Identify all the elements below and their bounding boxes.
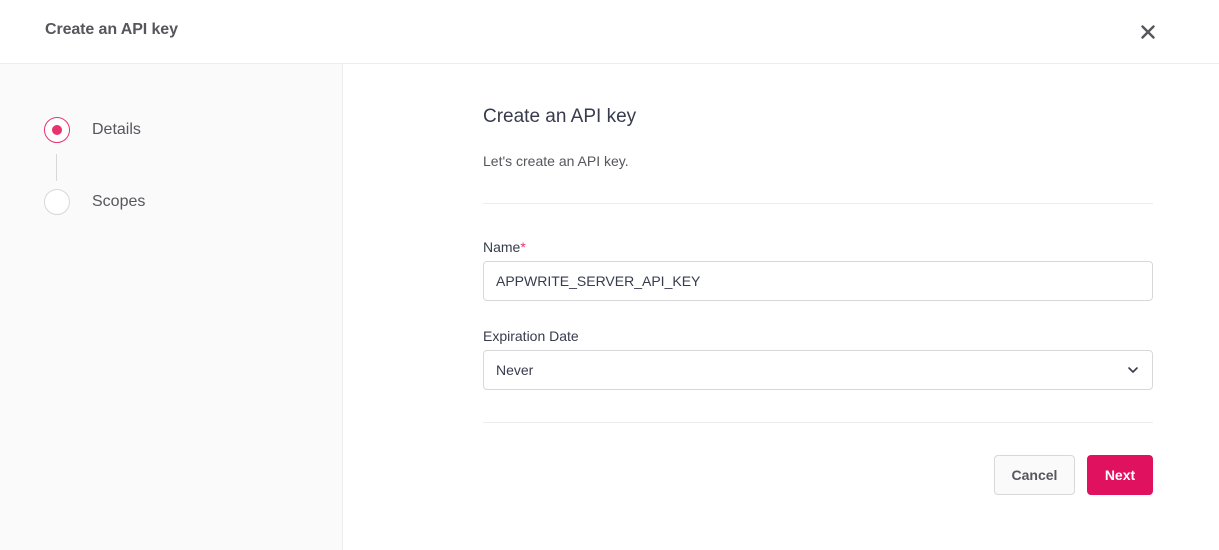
step-label-details: Details: [92, 121, 141, 138]
required-marker: *: [520, 239, 526, 255]
step-details[interactable]: Details: [44, 117, 141, 143]
expiration-field-label: Expiration Date: [483, 328, 579, 344]
divider: [483, 203, 1153, 204]
name-input-value: APPWRITE_SERVER_API_KEY: [496, 273, 701, 289]
form-subtitle: Let's create an API key.: [483, 153, 629, 169]
step-label-scopes: Scopes: [92, 193, 146, 210]
expiration-date-select[interactable]: Never: [483, 350, 1153, 390]
divider: [483, 422, 1153, 423]
cancel-button[interactable]: Cancel: [994, 455, 1075, 495]
step-scopes[interactable]: Scopes: [44, 189, 145, 215]
name-input[interactable]: APPWRITE_SERVER_API_KEY: [483, 261, 1153, 301]
next-button[interactable]: Next: [1087, 455, 1153, 495]
step-connector: [56, 154, 57, 181]
modal-title: Create an API key: [45, 21, 178, 38]
close-icon: [1141, 25, 1155, 39]
wizard-steps-sidebar: Details Scopes: [0, 64, 343, 550]
chevron-down-icon: [1128, 367, 1138, 373]
step-inactive-indicator: [44, 189, 70, 215]
form-title: Create an API key: [483, 106, 637, 127]
close-button[interactable]: [1136, 20, 1160, 44]
step-active-indicator: [44, 117, 70, 143]
expiration-select-value: Never: [496, 362, 534, 378]
modal-header: Create an API key: [0, 0, 1219, 64]
name-label-text: Name: [483, 239, 521, 255]
name-field-label: Name*: [483, 239, 526, 255]
